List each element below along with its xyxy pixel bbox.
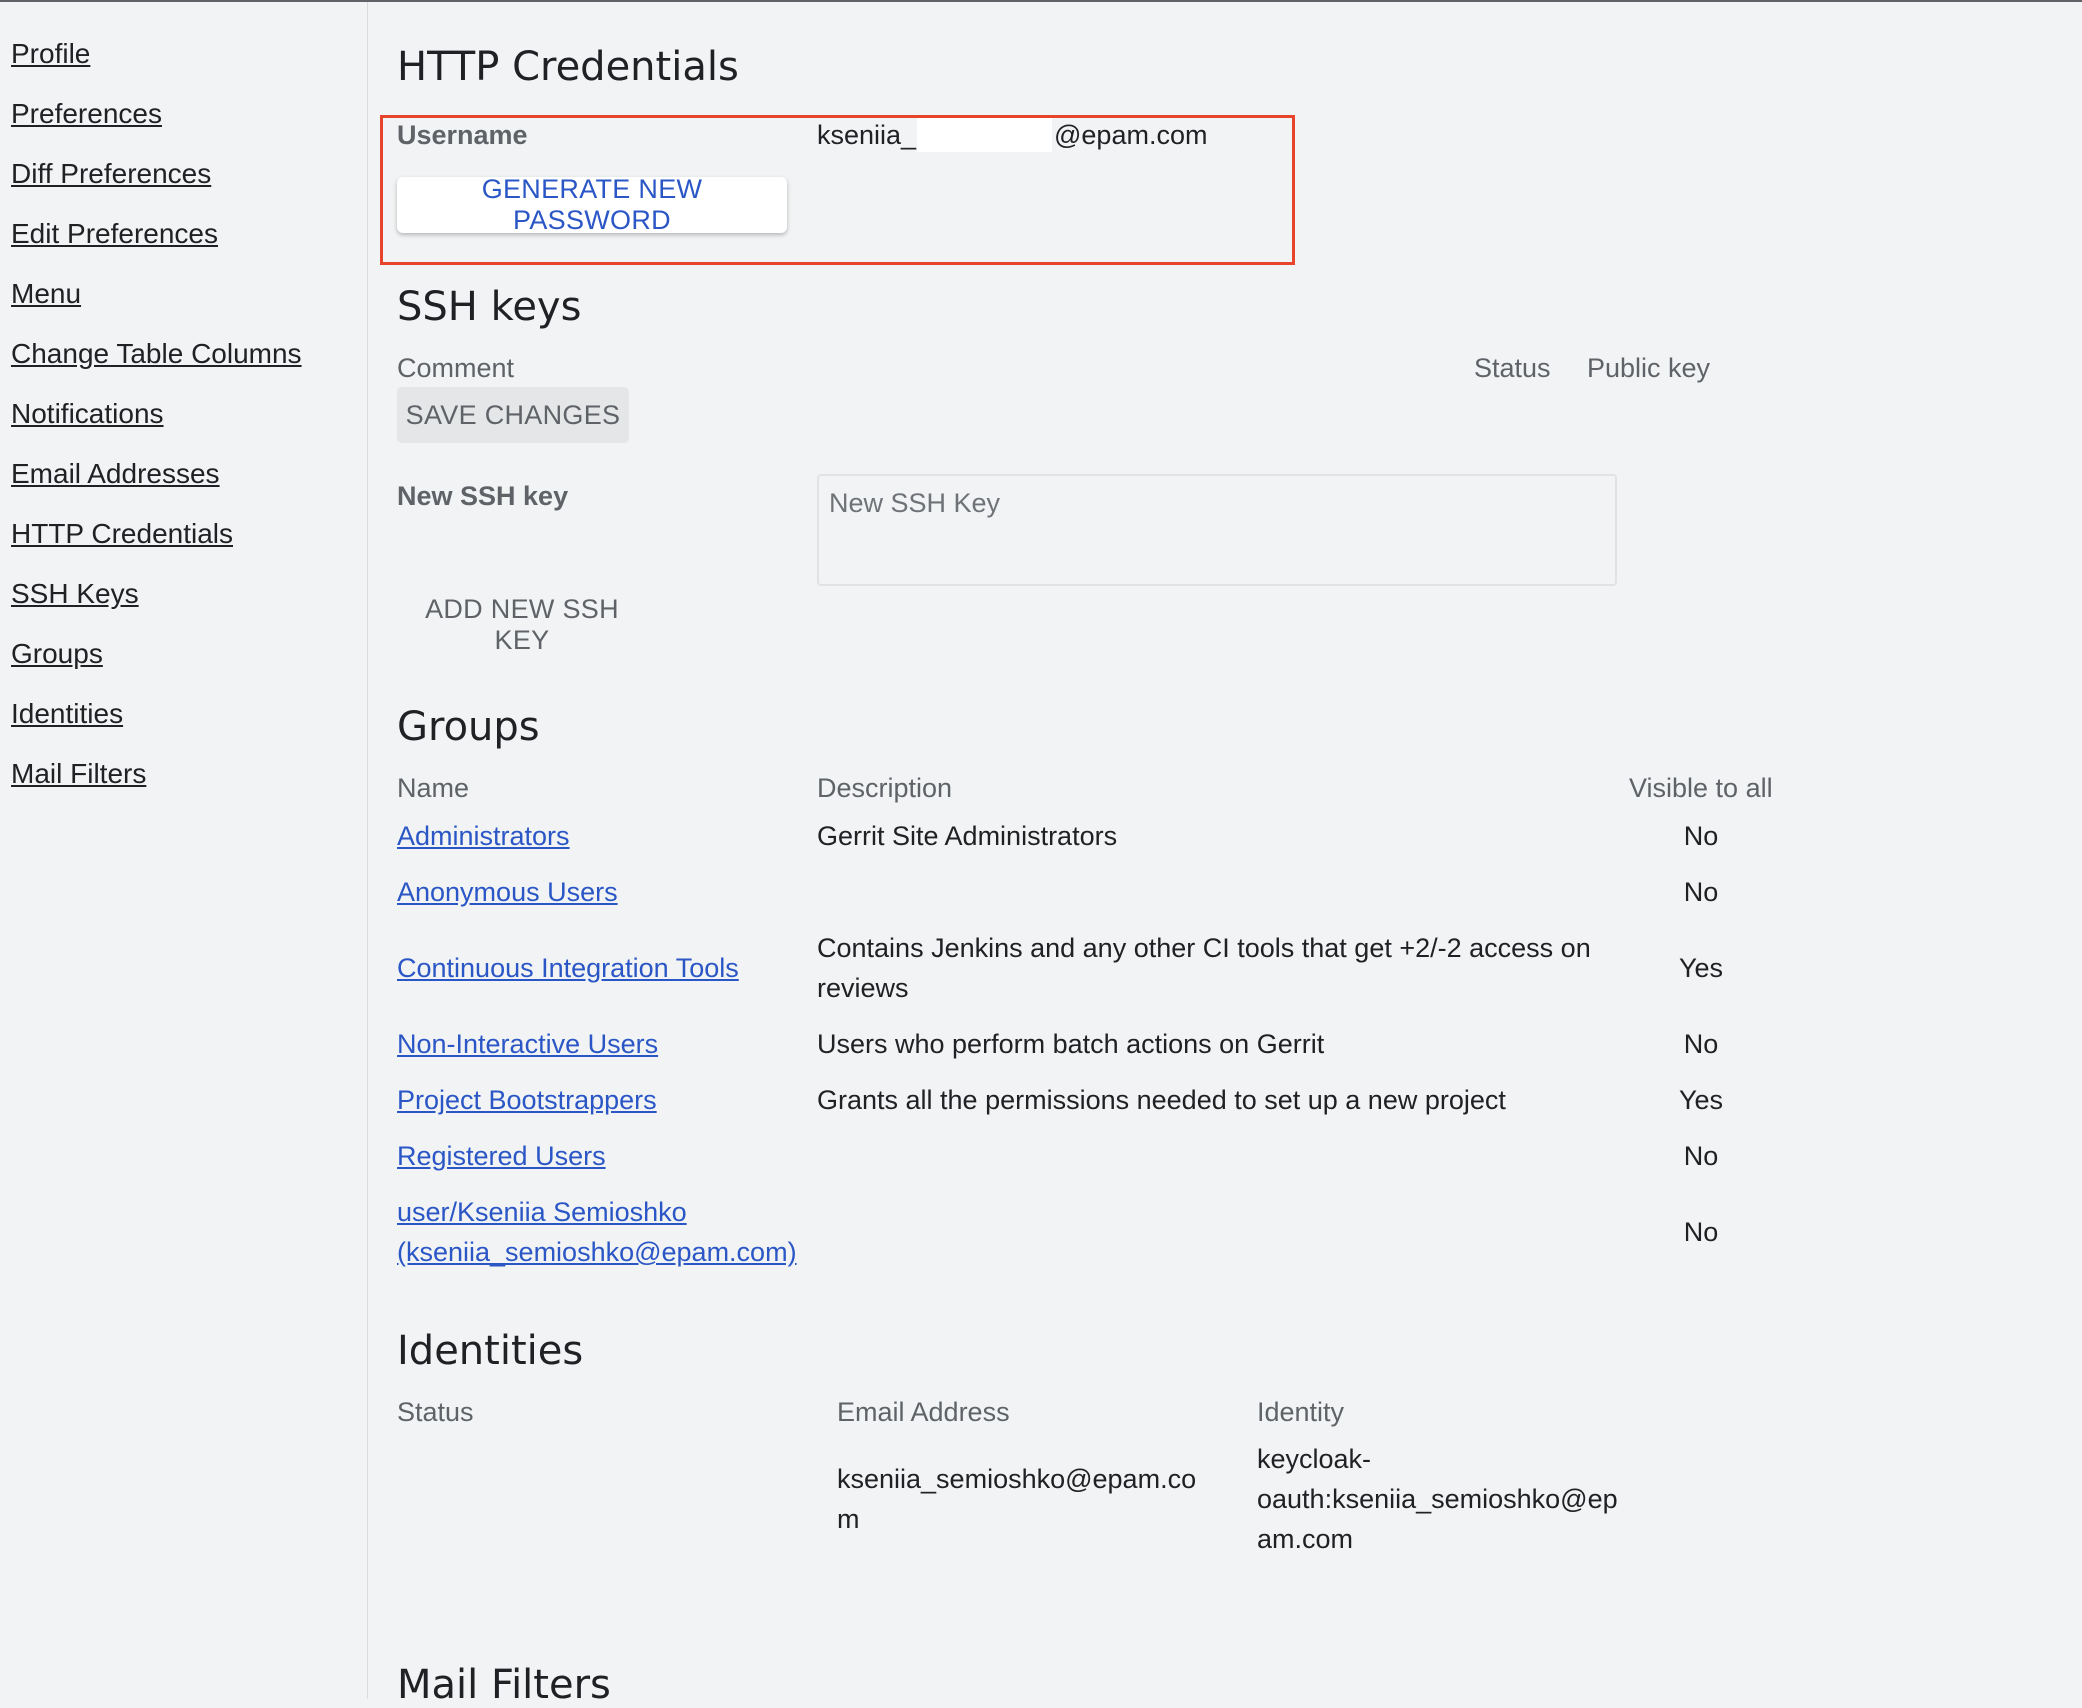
groups-col-visible: Visible to all <box>1629 773 1773 803</box>
username-redaction <box>917 118 1052 152</box>
group-visible: Yes <box>1678 953 1724 983</box>
group-link-continuous-integration-tools[interactable]: Continuous Integration Tools <box>397 953 739 984</box>
group-description: reviews <box>817 973 909 1003</box>
sidebar-item-edit-preferences[interactable]: Edit Preferences <box>11 218 218 250</box>
group-link-registered-users[interactable]: Registered Users <box>397 1141 606 1172</box>
sidebar-item-identities[interactable]: Identities <box>11 698 123 730</box>
sidebar-item-change-table-columns[interactable]: Change Table Columns <box>11 338 302 370</box>
sidebar-item-menu[interactable]: Menu <box>11 278 81 310</box>
groups-col-description: Description <box>817 773 953 803</box>
identity-value-cont: oauth:kseniia_semioshko@ep <box>1257 1484 1618 1514</box>
sidebar-item-groups[interactable]: Groups <box>11 638 103 670</box>
sidebar-item-email-addresses[interactable]: Email Addresses <box>11 458 220 490</box>
group-link-user-kseniia-semioshko-email[interactable]: (kseniia_semioshko@epam.com) <box>397 1237 797 1268</box>
groups-heading: Groups <box>397 704 540 750</box>
group-visible: No <box>1683 821 1719 851</box>
identity-value-cont2: am.com <box>1257 1524 1354 1554</box>
identities-col-identity: Identity <box>1257 1397 1345 1427</box>
group-visible: No <box>1683 877 1719 907</box>
sidebar-item-ssh-keys[interactable]: SSH Keys <box>11 578 139 610</box>
identities-col-email: Email Address <box>837 1397 1010 1427</box>
group-description: Users who perform batch actions on Gerri… <box>817 1029 1325 1059</box>
group-visible: Yes <box>1678 1085 1724 1115</box>
sidebar-item-preferences[interactable]: Preferences <box>11 98 162 130</box>
identities-col-status: Status <box>397 1397 474 1427</box>
ssh-col-comment: Comment <box>397 353 515 383</box>
generate-new-password-button[interactable]: GENERATE NEW PASSWORD <box>397 174 787 235</box>
sidebar-item-http-credentials[interactable]: HTTP Credentials <box>11 518 233 550</box>
new-ssh-key-label: New SSH key <box>397 481 569 511</box>
mail-filters-heading: Mail Filters <box>397 1662 611 1708</box>
group-link-non-interactive-users[interactable]: Non-Interactive Users <box>397 1029 658 1060</box>
group-link-anonymous-users[interactable]: Anonymous Users <box>397 877 618 908</box>
ssh-col-public-key: Public key <box>1587 353 1711 383</box>
add-new-ssh-key-button[interactable]: ADD NEW SSH KEY <box>397 594 647 655</box>
ssh-col-status: Status <box>1474 353 1551 383</box>
http-credentials-heading: HTTP Credentials <box>397 44 739 90</box>
new-ssh-key-input[interactable] <box>817 474 1617 586</box>
group-description: Gerrit Site Administrators <box>817 821 1118 851</box>
username-prefix: kseniia_ <box>817 120 917 150</box>
group-description: Contains Jenkins and any other CI tools … <box>817 933 1591 963</box>
settings-main: HTTP Credentials Username kseniia_ @epam… <box>368 2 2082 1708</box>
settings-sidebar: Profile Preferences Diff Preferences Edi… <box>0 2 368 1699</box>
sidebar-item-diff-preferences[interactable]: Diff Preferences <box>11 158 211 190</box>
group-description: Grants all the permissions needed to set… <box>817 1085 1506 1115</box>
group-visible: No <box>1683 1141 1719 1171</box>
groups-col-name: Name <box>397 773 470 803</box>
group-link-administrators[interactable]: Administrators <box>397 821 570 852</box>
save-changes-button[interactable]: SAVE CHANGES <box>397 387 629 443</box>
identity-value: keycloak- <box>1257 1444 1372 1474</box>
sidebar-item-mail-filters[interactable]: Mail Filters <box>11 758 146 790</box>
ssh-keys-heading: SSH keys <box>397 284 582 330</box>
identity-email-cont: m <box>837 1504 860 1534</box>
group-visible: No <box>1683 1029 1719 1059</box>
identities-heading: Identities <box>397 1328 584 1374</box>
group-link-user-kseniia-semioshko[interactable]: user/Kseniia Semioshko <box>397 1197 687 1228</box>
identity-email: kseniia_semioshko@epam.co <box>837 1464 1197 1494</box>
group-visible: No <box>1683 1217 1719 1247</box>
username-label: Username <box>397 120 528 150</box>
username-suffix: @epam.com <box>1054 120 1208 150</box>
sidebar-item-notifications[interactable]: Notifications <box>11 398 164 430</box>
group-link-project-bootstrappers[interactable]: Project Bootstrappers <box>397 1085 657 1116</box>
sidebar-item-profile[interactable]: Profile <box>11 38 90 70</box>
